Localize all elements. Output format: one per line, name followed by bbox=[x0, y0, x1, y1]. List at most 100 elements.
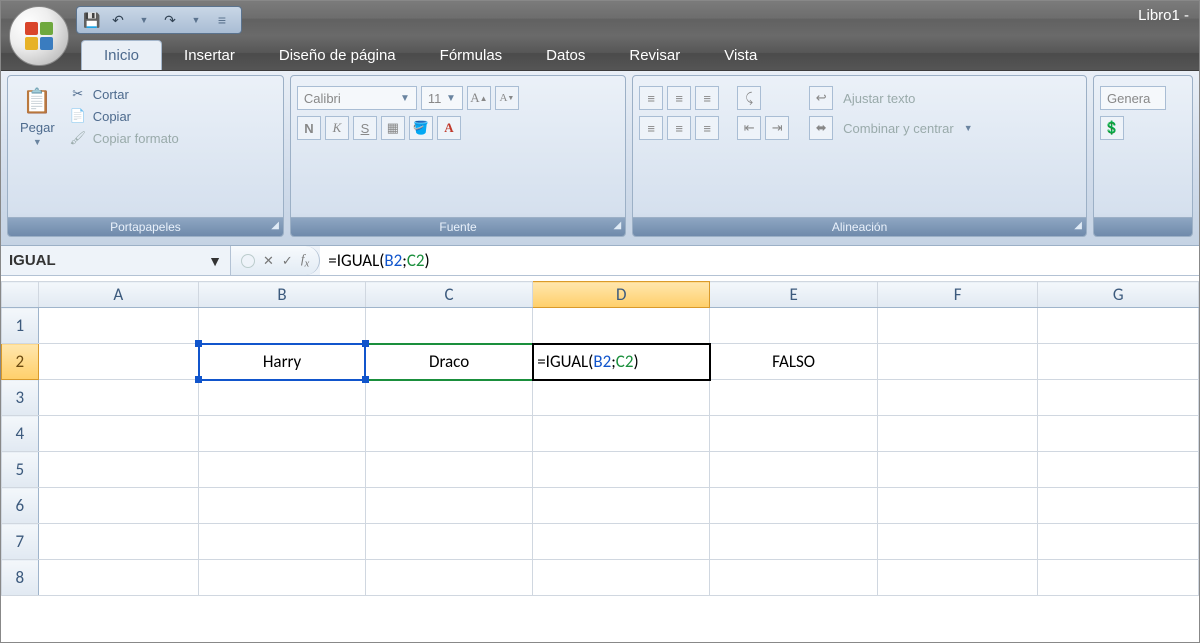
currency-button[interactable]: 💲 bbox=[1100, 116, 1124, 140]
cell[interactable] bbox=[710, 524, 878, 560]
cell[interactable] bbox=[710, 308, 878, 344]
cell[interactable] bbox=[1038, 416, 1199, 452]
cell[interactable] bbox=[199, 488, 366, 524]
cell[interactable] bbox=[199, 308, 366, 344]
decrease-indent-button[interactable]: ⇤ bbox=[737, 116, 761, 140]
col-header-G[interactable]: G bbox=[1038, 282, 1199, 308]
wrap-text-button[interactable]: ↩ Ajustar texto bbox=[809, 86, 972, 110]
undo-icon[interactable]: ↶ bbox=[109, 12, 127, 29]
number-format-combo[interactable]: Genera bbox=[1100, 86, 1166, 110]
cell[interactable] bbox=[877, 416, 1038, 452]
select-all-corner[interactable] bbox=[2, 282, 39, 308]
cell[interactable] bbox=[365, 416, 532, 452]
shrink-font-button[interactable]: A▼ bbox=[495, 86, 519, 110]
cell[interactable] bbox=[1038, 524, 1199, 560]
cell[interactable] bbox=[365, 560, 532, 596]
cell[interactable] bbox=[1038, 380, 1199, 416]
cell[interactable] bbox=[365, 452, 532, 488]
align-center-button[interactable]: ≡ bbox=[667, 116, 691, 140]
row-header-4[interactable]: 4 bbox=[2, 416, 39, 452]
cell-E2[interactable]: FALSO bbox=[710, 344, 878, 380]
cell[interactable] bbox=[199, 560, 366, 596]
tab-vista[interactable]: Vista bbox=[702, 41, 779, 70]
align-left-button[interactable]: ≡ bbox=[639, 116, 663, 140]
cell[interactable] bbox=[365, 524, 532, 560]
cut-button[interactable]: ✂Cortar bbox=[69, 84, 179, 104]
row-header-1[interactable]: 1 bbox=[2, 308, 39, 344]
tab-insertar[interactable]: Insertar bbox=[162, 41, 257, 70]
cell[interactable] bbox=[877, 488, 1038, 524]
row-header-2[interactable]: 2 bbox=[2, 344, 39, 380]
cell[interactable] bbox=[877, 380, 1038, 416]
col-header-E[interactable]: E bbox=[710, 282, 878, 308]
cell[interactable] bbox=[38, 416, 199, 452]
align-bottom-button[interactable]: ≡ bbox=[695, 86, 719, 110]
cell[interactable] bbox=[199, 524, 366, 560]
paste-dropdown-icon[interactable]: ▼ bbox=[33, 137, 42, 147]
cell[interactable] bbox=[199, 380, 366, 416]
cell-A2[interactable] bbox=[38, 344, 199, 380]
row-header-3[interactable]: 3 bbox=[2, 380, 39, 416]
tab-formulas[interactable]: Fórmulas bbox=[418, 41, 525, 70]
cell-D2[interactable]: =IGUAL(B2;C2) bbox=[533, 344, 710, 380]
name-box[interactable]: IGUAL ▼ bbox=[1, 246, 231, 275]
undo-dropdown-icon[interactable]: ▼ bbox=[135, 15, 153, 25]
cell[interactable] bbox=[533, 560, 710, 596]
tab-inicio[interactable]: Inicio bbox=[81, 40, 162, 70]
formula-bar[interactable]: =IGUAL(B2;C2) bbox=[320, 246, 1199, 275]
cell[interactable] bbox=[38, 488, 199, 524]
align-middle-button[interactable]: ≡ bbox=[667, 86, 691, 110]
col-header-A[interactable]: A bbox=[38, 282, 199, 308]
fill-color-button[interactable]: 🪣 bbox=[409, 116, 433, 140]
bold-button[interactable]: N bbox=[297, 116, 321, 140]
cell[interactable] bbox=[199, 452, 366, 488]
font-color-button[interactable]: A bbox=[437, 116, 461, 140]
merge-center-button[interactable]: ⬌ Combinar y centrar ▼ bbox=[809, 116, 972, 140]
align-right-button[interactable]: ≡ bbox=[695, 116, 719, 140]
copy-button[interactable]: 📄Copiar bbox=[69, 106, 179, 126]
cell[interactable] bbox=[877, 344, 1038, 380]
cell[interactable] bbox=[710, 380, 878, 416]
cell[interactable] bbox=[533, 524, 710, 560]
cell[interactable] bbox=[38, 524, 199, 560]
cell[interactable] bbox=[533, 416, 710, 452]
cell[interactable] bbox=[533, 452, 710, 488]
col-header-C[interactable]: C bbox=[365, 282, 532, 308]
fx-icon[interactable]: fx bbox=[301, 251, 309, 270]
cell[interactable] bbox=[710, 416, 878, 452]
cell-B2[interactable]: Harry bbox=[199, 344, 366, 380]
row-header-6[interactable]: 6 bbox=[2, 488, 39, 524]
row-header-5[interactable]: 5 bbox=[2, 452, 39, 488]
align-top-button[interactable]: ≡ bbox=[639, 86, 663, 110]
cell[interactable] bbox=[365, 380, 532, 416]
tab-revisar[interactable]: Revisar bbox=[607, 41, 702, 70]
office-button[interactable] bbox=[9, 6, 69, 66]
cell[interactable] bbox=[877, 560, 1038, 596]
cell[interactable] bbox=[1038, 344, 1199, 380]
cell[interactable] bbox=[710, 452, 878, 488]
cell[interactable] bbox=[1038, 488, 1199, 524]
cell[interactable] bbox=[877, 308, 1038, 344]
font-name-combo[interactable]: Calibri▼ bbox=[297, 86, 417, 110]
increase-indent-button[interactable]: ⇥ bbox=[765, 116, 789, 140]
redo-icon[interactable]: ↷ bbox=[161, 12, 179, 29]
underline-button[interactable]: S bbox=[353, 116, 377, 140]
cell[interactable] bbox=[533, 308, 710, 344]
format-painter-button[interactable]: 🖌Copiar formato bbox=[69, 128, 179, 148]
tab-datos[interactable]: Datos bbox=[524, 41, 607, 70]
orientation-button[interactable]: ⤹ bbox=[737, 86, 761, 110]
cell[interactable] bbox=[877, 524, 1038, 560]
col-header-F[interactable]: F bbox=[877, 282, 1038, 308]
paste-button[interactable]: 📋 Pegar ▼ bbox=[14, 80, 61, 151]
save-icon[interactable]: 💾 bbox=[83, 12, 101, 29]
cell[interactable] bbox=[533, 380, 710, 416]
cell[interactable] bbox=[38, 560, 199, 596]
cell[interactable] bbox=[533, 488, 710, 524]
cell[interactable] bbox=[365, 308, 532, 344]
italic-button[interactable]: K bbox=[325, 116, 349, 140]
col-header-B[interactable]: B bbox=[199, 282, 366, 308]
cell[interactable] bbox=[1038, 452, 1199, 488]
font-launcher-icon[interactable]: ◢ bbox=[613, 220, 621, 231]
redo-dropdown-icon[interactable]: ▼ bbox=[187, 15, 205, 25]
cell[interactable] bbox=[365, 488, 532, 524]
